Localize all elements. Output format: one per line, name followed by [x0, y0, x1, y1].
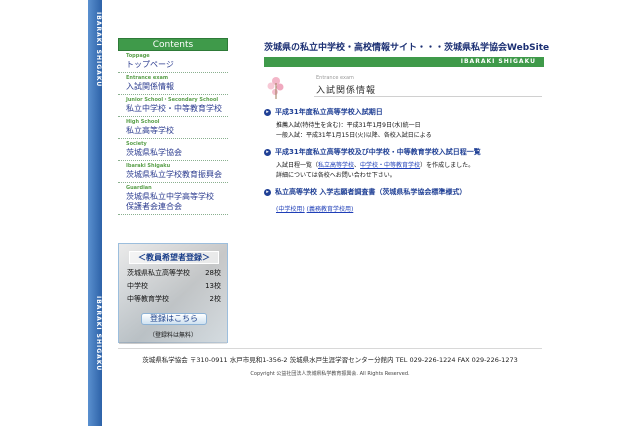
menu-item-label: 茨城県私立学校教育振興会 [126, 170, 222, 179]
menu-item-society[interactable]: Society 茨城県私学協会 [118, 139, 228, 161]
school-type-label: 茨城県私立高等学校 [127, 269, 190, 277]
school-type-label: 中等教育学校 [127, 295, 169, 303]
menu-item-label: 入試関係情報 [126, 82, 174, 91]
schedule-line: 入試日程一覧（私立高等学校、中学校・中等教育学校）を作成しました。 [276, 161, 544, 171]
school-count: 28校 [205, 269, 221, 277]
menu-item-label: 私立高等学校 [126, 126, 174, 135]
footer-address: 茨城県私学協会 〒310-0911 水戸市見和1-356-2 茨城県水戸生涯学習… [142, 356, 518, 364]
menu-item-label: 私立中学校・中等教育学校 [126, 104, 222, 113]
side-band-bottom-text: IBARAKI SHIGAKU [95, 296, 102, 372]
schedule-note: 詳細については各校へお問い合わせ下さい。 [276, 172, 396, 179]
exam-date-line: 推薦入試(特待生を含む)：平成31年1月9日(水)統一日 [276, 122, 421, 129]
teacher-registration-title: ＜教員希望者登録＞ [129, 251, 219, 264]
section-title: ▸ 平成31年度私立高等学校入試期日 [264, 107, 544, 117]
menu-item-entrance-exam[interactable]: Entrance exam 入試関係情報 [118, 73, 228, 95]
section-title-text: 私立高等学校 入学志願者調査書（茨城県私学協会標準様式） [275, 188, 467, 196]
page-heading: Entrance exam 入試関係情報 [264, 71, 544, 101]
footer-divider [118, 348, 542, 349]
menu-item-guardian[interactable]: Guardian 茨城県私立中学高等学校 保護者会連合会 [118, 183, 228, 215]
registration-fee-note: （登録料は無料） [148, 332, 197, 339]
site-subtitle-bar: IBARAKI SHIGAKU [264, 57, 544, 67]
menu-item-en: Entrance exam [126, 75, 169, 81]
link-high-school-schedule[interactable]: 私立高等学校 [318, 162, 354, 169]
schedule-prefix: 入試日程一覧（ [276, 162, 319, 169]
teacher-count-row: 茨城県私立高等学校 28校 [127, 268, 221, 278]
cherry-blossom-icon [267, 77, 284, 99]
exam-date-line: 一般入試：平成31年1月15日(火)以降、各校入試日による [276, 132, 432, 139]
section-title: ▸ 平成31年度私立高等学校及び中学校・中等教育学校入試日程一覧 [264, 147, 544, 157]
teacher-count-row: 中学校 13校 [127, 281, 221, 291]
section-body: 入試日程一覧（私立高等学校、中学校・中等教育学校）を作成しました。 詳細について… [276, 161, 544, 181]
main-content: 茨城県の私立中学校・高校情報サイト・・・茨城県私学協会WebSite IBARA… [264, 40, 550, 215]
section-body: (中学校用) (義務教育学校用) [276, 205, 544, 215]
footer-copyright: Copyright 公益社団法人茨城県私学教育振興会. All Rights R… [250, 371, 410, 377]
menu-item-en: Junior School・Secondary School [126, 97, 219, 103]
site-title: 茨城県の私立中学校・高校情報サイト・・・茨城県私学協会WebSite [264, 43, 550, 53]
section-title: ▸ 私立高等学校 入学志願者調査書（茨城県私学協会標準様式） [264, 187, 544, 197]
schedule-suffix: ）を作成しました。 [420, 162, 475, 169]
heading-divider [314, 96, 542, 97]
link-junior-high-form[interactable]: (中学校用) [276, 206, 305, 213]
heading-jp: 入試関係情報 [316, 86, 377, 96]
section-title-text: 平成31年度私立高等学校及び中学校・中等教育学校入試日程一覧 [275, 148, 481, 156]
contents-menu: Contents Toppage トップページ Entrance exam 入試… [118, 38, 228, 215]
side-band-top-text: IBARAKI SHIGAKU [95, 12, 102, 88]
link-junior-school-schedule[interactable]: 中学校・中等教育学校 [360, 162, 420, 169]
teacher-registration-banner[interactable]: ＜教員希望者登録＞ 茨城県私立高等学校 28校 中学校 13校 中等教育学校 2… [118, 243, 228, 344]
menu-item-ibaraki-shigaku[interactable]: Ibaraki Shigaku 茨城県私立学校教育振興会 [118, 161, 228, 183]
school-count: 2校 [209, 295, 221, 303]
menu-item-label: トップページ [126, 60, 174, 69]
menu-item-en: High School [126, 119, 160, 125]
bullet-arrow-icon: ▸ [264, 188, 271, 196]
menu-item-high-school[interactable]: High School 私立高等学校 [118, 117, 228, 139]
register-button[interactable]: 登録はこちら [141, 313, 207, 325]
menu-item-toppage[interactable]: Toppage トップページ [118, 51, 228, 73]
menu-item-en: Guardian [126, 185, 152, 191]
menu-item-en: Toppage [126, 53, 150, 59]
menu-item-en: Society [126, 141, 147, 147]
bullet-arrow-icon: ▸ [264, 148, 271, 156]
menu-item-en: Ibaraki Shigaku [126, 163, 171, 169]
section-body: 推薦入試(特待生を含む)：平成31年1月9日(水)統一日 一般入試：平成31年1… [276, 121, 544, 141]
heading-en: Entrance exam [316, 75, 354, 81]
section-exam-schedule: ▸ 平成31年度私立高等学校及び中学校・中等教育学校入試日程一覧 入試日程一覧（… [264, 147, 544, 181]
menu-item-label: 茨城県私学協会 [126, 148, 182, 157]
teacher-count-row: 中等教育学校 2校 [127, 294, 221, 304]
menu-item-label-line2: 保護者会連合会 [126, 202, 182, 211]
school-type-label: 中学校 [127, 282, 148, 290]
school-count: 13校 [205, 282, 221, 290]
menu-item-junior-school[interactable]: Junior School・Secondary School 私立中学校・中等教… [118, 95, 228, 117]
menu-item-label: 茨城県私立中学高等学校 [126, 192, 214, 201]
section-exam-dates: ▸ 平成31年度私立高等学校入試期日 推薦入試(特待生を含む)：平成31年1月9… [264, 107, 544, 141]
menu-title: Contents [118, 38, 228, 51]
link-compulsory-school-form[interactable]: (義務教育学校用) [307, 206, 354, 213]
bullet-arrow-icon: ▸ [264, 108, 271, 116]
section-title-text: 平成31年度私立高等学校入試期日 [275, 108, 383, 116]
section-applicant-survey: ▸ 私立高等学校 入学志願者調査書（茨城県私学協会標準様式） (中学校用) (義… [264, 187, 544, 215]
